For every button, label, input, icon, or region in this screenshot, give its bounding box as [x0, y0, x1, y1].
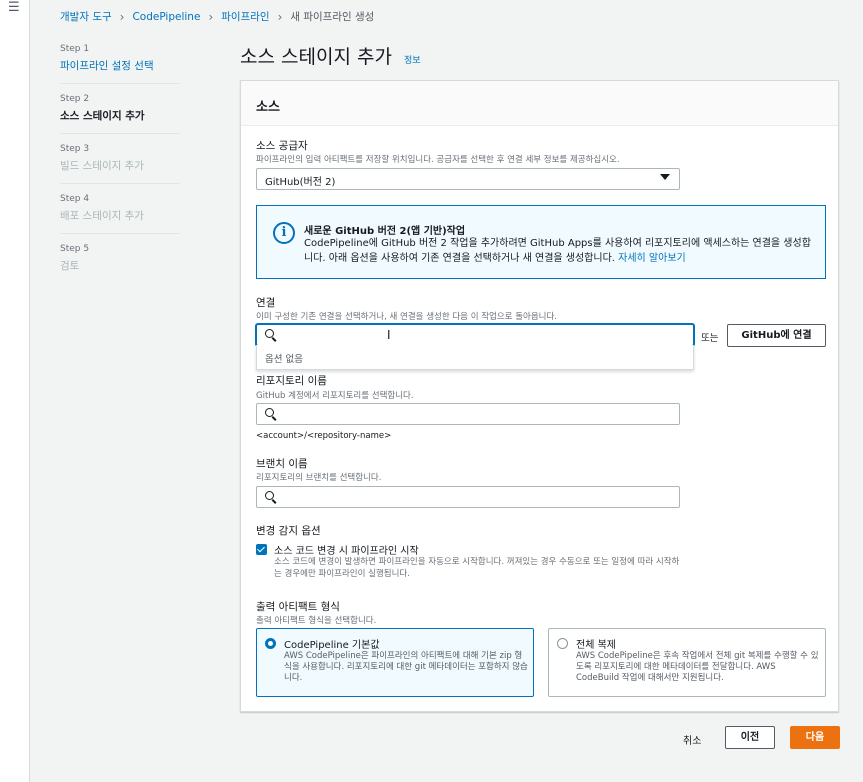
artifact-format-description: 출력 아티팩트 형식을 선택합니다.: [256, 616, 377, 626]
connection-description: 이미 구성한 기존 연결을 선택하거나, 새 연결을 생성한 다음 이 작업으로…: [256, 312, 558, 322]
connection-label: 연결: [256, 297, 276, 309]
wizard-step-1: Step 1 파이프라인 설정 선택: [60, 44, 180, 84]
option-description: AWS CodePipeline은 파이프라인의 아티팩트에 대해 기본 zip…: [284, 651, 528, 683]
connect-to-github-button[interactable]: GitHub에 연결: [727, 324, 826, 347]
branch-description: 리포지토리의 브랜치를 선택합니다.: [256, 473, 382, 483]
wizard-step-5: Step 5 검토: [60, 244, 180, 283]
alert-body: CodePipeline에 GitHub 버전 2 작업을 추가하려면 GitH…: [304, 236, 814, 266]
wizard-step-3: Step 3 빌드 스테이지 추가: [60, 144, 180, 184]
repository-description: GitHub 계정에서 리포지토리를 선택합니다.: [256, 391, 414, 401]
radio-unselected-icon[interactable]: [557, 638, 568, 649]
step-number: Step 2: [60, 94, 90, 104]
step-number: Step 1: [60, 44, 90, 54]
page-title: 소스 스테이지 추가: [240, 46, 392, 68]
dropdown-empty-option: 옵션 없음: [265, 354, 303, 365]
chevron-right-icon: ›: [119, 9, 125, 24]
repository-label: 리포지토리 이름: [256, 375, 327, 387]
chevron-right-icon: ›: [208, 9, 214, 24]
or-label: 또는: [701, 333, 719, 344]
start-on-change-description: 소스 코드에 변경이 발생하면 파이프라인을 자동으로 시작합니다. 꺼져있는 …: [274, 557, 680, 579]
artifact-option-full-clone[interactable]: 전체 복제 AWS CodePipeline은 후속 작업에서 전체 git 복…: [548, 628, 826, 697]
branch-label: 브랜치 이름: [256, 458, 308, 470]
info-link[interactable]: 정보: [404, 53, 421, 66]
step-label-deploy-stage: 배포 스테이지 추가: [60, 210, 144, 222]
source-provider-select[interactable]: GitHub(버전 2): [256, 168, 680, 190]
repository-search-input[interactable]: [256, 403, 680, 425]
step-number: Step 5: [60, 244, 90, 254]
artifact-option-default[interactable]: CodePipeline 기본값 AWS CodePipeline은 파이프라인…: [256, 628, 534, 697]
step-label-build-stage: 빌드 스테이지 추가: [60, 160, 144, 172]
breadcrumb-current: 새 파이프라인 생성: [290, 11, 375, 23]
panel-header: 소스: [241, 81, 838, 126]
connection-dropdown: 옵션 없음: [256, 345, 694, 370]
previous-button[interactable]: 이전: [725, 726, 775, 749]
panel-title: 소스: [256, 100, 280, 115]
radio-selected-icon[interactable]: [265, 638, 276, 649]
breadcrumb-codepipeline[interactable]: CodePipeline: [132, 11, 200, 23]
step-number: Step 4: [60, 194, 90, 204]
menu-icon[interactable]: ☰: [8, 0, 20, 15]
caret-down-icon: [660, 174, 670, 180]
step-label-source-stage: 소스 스테이지 추가: [60, 110, 145, 122]
search-icon: [265, 408, 274, 417]
wizard-step-2: Step 2 소스 스테이지 추가: [60, 94, 180, 134]
chevron-right-icon: ›: [277, 9, 283, 24]
breadcrumb-pipelines[interactable]: 파이프라인: [221, 9, 269, 24]
option-description: AWS CodePipeline은 후속 작업에서 전체 git 복제를 수행할…: [576, 651, 819, 683]
source-provider-label: 소스 공급자: [256, 140, 308, 152]
wizard-steps: Step 1 파이프라인 설정 선택 Step 2 소스 스테이지 추가 Ste…: [60, 44, 180, 293]
alert-body-text: CodePipeline에 GitHub 버전 2 작업을 추가하려면 GitH…: [304, 238, 811, 264]
change-detection-label: 변경 감지 옵션: [256, 525, 321, 537]
github-v2-info-alert: i 새로운 GitHub 버전 2(앱 기반)작업 CodePipeline에 …: [256, 205, 826, 279]
start-on-change-checkbox[interactable]: [256, 544, 267, 555]
branch-search-input[interactable]: [256, 486, 680, 508]
source-provider-description: 파이프라인의 입력 아티팩트를 저장할 위치입니다. 공급자를 선택한 후 연결…: [256, 155, 620, 165]
source-provider-value: GitHub(버전 2): [265, 177, 336, 188]
alert-title: 새로운 GitHub 버전 2(앱 기반)작업: [304, 226, 466, 237]
option-title: 전체 복제: [576, 640, 616, 651]
next-button[interactable]: 다음: [790, 726, 840, 749]
search-icon: [265, 329, 274, 338]
step-label-pipeline-settings[interactable]: 파이프라인 설정 선택: [60, 58, 180, 73]
cancel-button[interactable]: 취소: [683, 732, 701, 747]
step-number: Step 3: [60, 144, 90, 154]
breadcrumb: 개발자 도구 › CodePipeline › 파이프라인 › 새 파이프라인 …: [60, 9, 374, 24]
artifact-format-label: 출력 아티팩트 형식: [256, 601, 340, 613]
text-cursor-icon: I: [387, 328, 391, 342]
info-icon: i: [273, 222, 295, 244]
repository-hint: <account>/<repository-name>: [256, 431, 392, 441]
connection-search-input[interactable]: I: [256, 324, 694, 346]
option-title: CodePipeline 기본값: [284, 640, 380, 651]
breadcrumb-developer-tools[interactable]: 개발자 도구: [60, 9, 112, 24]
start-on-change-label[interactable]: 소스 코드 변경 시 파이프라인 시작: [274, 542, 419, 557]
step-label-review: 검토: [60, 260, 80, 272]
wizard-step-4: Step 4 배포 스테이지 추가: [60, 194, 180, 234]
source-panel: 소스 소스 공급자 파이프라인의 입력 아티팩트를 저장할 위치입니다. 공급자…: [240, 80, 839, 712]
search-icon: [265, 491, 274, 500]
left-navigation-rail: ☰: [0, 0, 30, 782]
learn-more-link[interactable]: 자세히 알아보기: [618, 253, 686, 264]
